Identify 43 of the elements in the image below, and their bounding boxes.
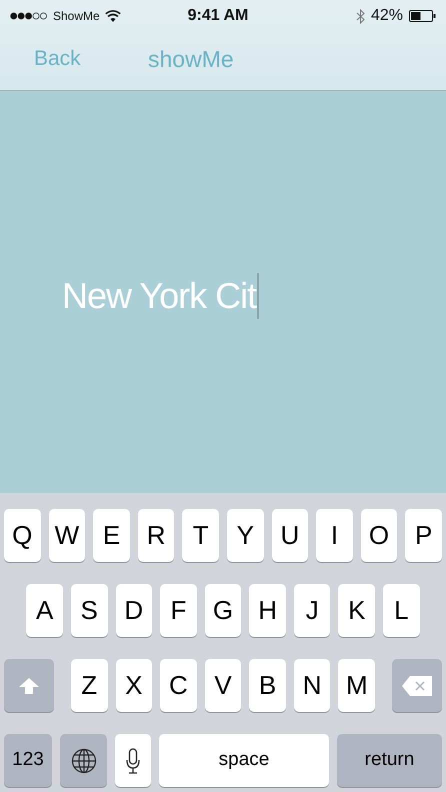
letter-key[interactable]: T xyxy=(182,509,219,562)
wifi-icon xyxy=(104,10,121,22)
letter-key[interactable]: Y xyxy=(226,509,264,562)
letter-key[interactable]: S xyxy=(70,584,108,637)
letter-key[interactable]: U xyxy=(272,509,308,562)
letter-key[interactable]: E xyxy=(93,509,130,562)
shift-arrow-icon xyxy=(19,678,39,694)
letter-key[interactable]: Z xyxy=(70,659,108,712)
backspace-icon xyxy=(402,676,432,696)
letter-key[interactable]: N xyxy=(294,659,330,712)
letter-key[interactable]: H xyxy=(249,584,286,637)
signal-icon xyxy=(10,12,48,20)
globe-key[interactable] xyxy=(60,734,107,787)
letter-key[interactable]: B xyxy=(249,659,286,712)
letter-key[interactable]: V xyxy=(204,659,242,712)
clock-time: 9:41 AM xyxy=(186,6,250,26)
letter-key[interactable]: K xyxy=(338,584,376,637)
letter-key[interactable]: I xyxy=(316,509,353,562)
letter-key[interactable]: R xyxy=(138,509,174,562)
microphone-icon xyxy=(126,748,140,774)
letter-key[interactable]: C xyxy=(160,659,197,712)
letter-key[interactable]: W xyxy=(48,509,86,562)
microphone-key[interactable] xyxy=(115,734,151,787)
letter-key[interactable]: G xyxy=(204,584,242,637)
battery-percentage: 42% xyxy=(370,6,403,26)
letter-key[interactable]: A xyxy=(26,584,63,637)
letter-key[interactable]: D xyxy=(116,584,152,637)
letter-key[interactable]: X xyxy=(116,659,152,712)
screen-title: showMe xyxy=(148,44,234,74)
letter-key[interactable]: J xyxy=(294,584,330,637)
letter-key[interactable]: M xyxy=(338,659,376,712)
bluetooth-icon xyxy=(356,8,365,24)
carrier-name: ShowMe xyxy=(53,8,100,25)
letter-key[interactable]: F xyxy=(160,584,197,637)
letter-key[interactable]: L xyxy=(383,584,420,637)
letter-key[interactable]: O xyxy=(360,509,398,562)
globe-icon xyxy=(70,748,96,774)
letter-key[interactable]: P xyxy=(405,509,442,562)
return-key[interactable]: return xyxy=(337,734,442,787)
numbers-key[interactable]: 123 xyxy=(4,734,52,787)
letter-key[interactable]: Q xyxy=(4,509,41,562)
space-key[interactable]: space xyxy=(159,734,329,787)
battery-icon xyxy=(409,10,436,22)
